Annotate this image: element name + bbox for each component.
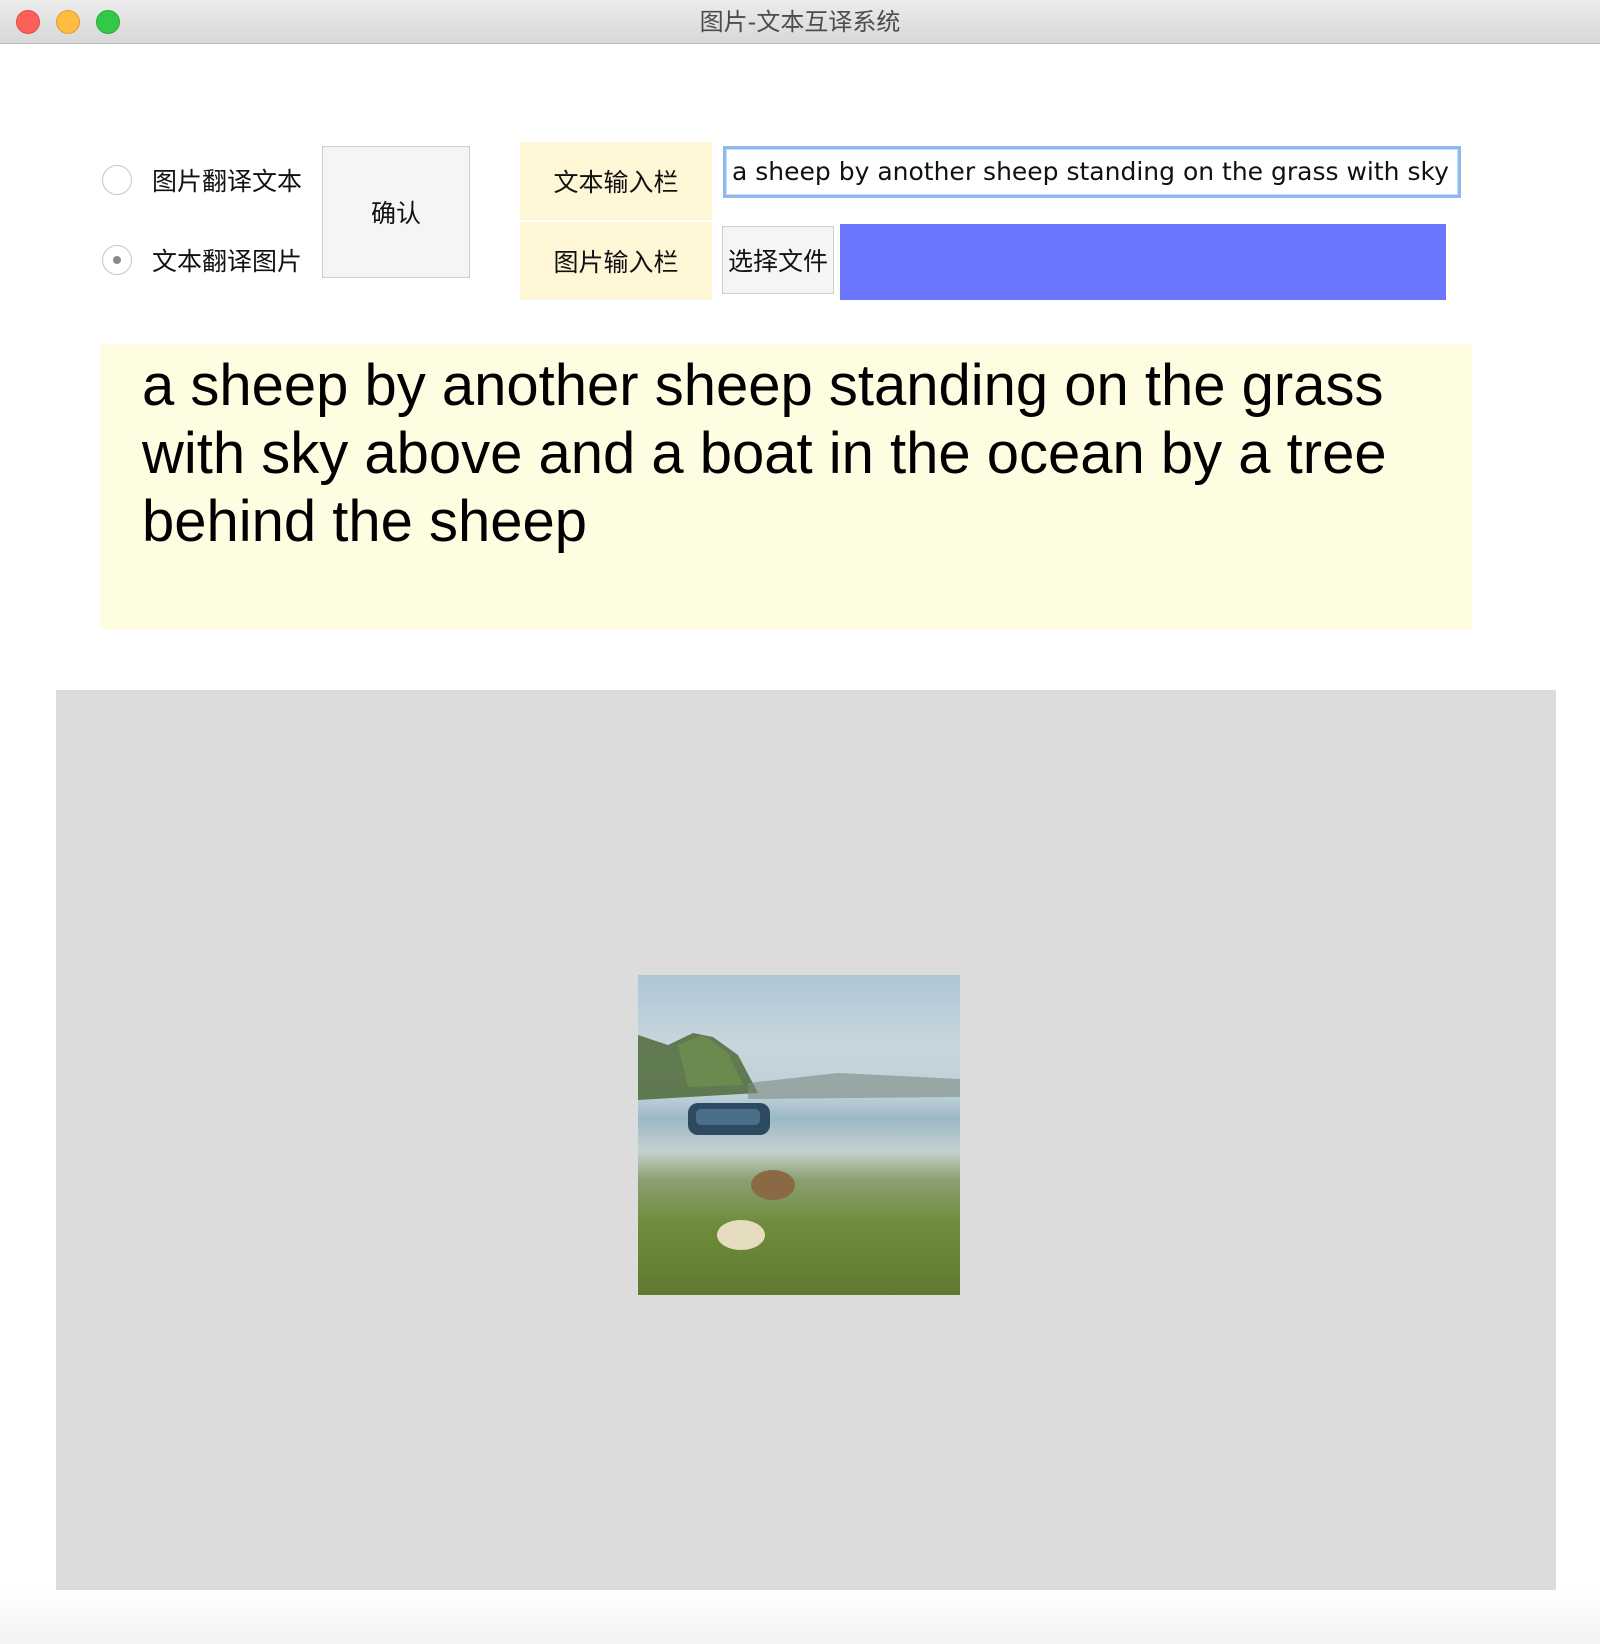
mode-option-label: 图片翻译文本: [152, 167, 303, 196]
text-input-tag: 文本输入栏: [520, 142, 712, 220]
mode-option-text-to-image[interactable]: 文本翻译图片: [102, 240, 302, 280]
mode-option-label: 文本翻译图片: [152, 247, 303, 276]
output-text: a sheep by another sheep standing on the…: [142, 353, 1387, 554]
text-input-field[interactable]: a sheep by another sheep standing on the…: [723, 146, 1461, 198]
radio-text-to-image[interactable]: [102, 245, 132, 275]
radio-image-to-text[interactable]: [102, 165, 132, 195]
window-title: 图片-文本互译系统: [699, 8, 901, 36]
generated-image: [638, 975, 960, 1295]
choose-file-button[interactable]: 选择文件: [722, 226, 834, 294]
file-path-display: [840, 224, 1446, 300]
window-titlebar: 图片-文本互译系统: [0, 0, 1600, 44]
window-bottom-edge: [0, 1590, 1600, 1644]
mode-option-image-to-text[interactable]: 图片翻译文本: [102, 160, 302, 200]
confirm-button[interactable]: 确认: [322, 146, 470, 278]
image-input-tag: 图片输入栏: [520, 222, 712, 300]
generated-image-graphic: [638, 1033, 960, 1250]
output-text-area: a sheep by another sheep standing on the…: [100, 344, 1472, 630]
